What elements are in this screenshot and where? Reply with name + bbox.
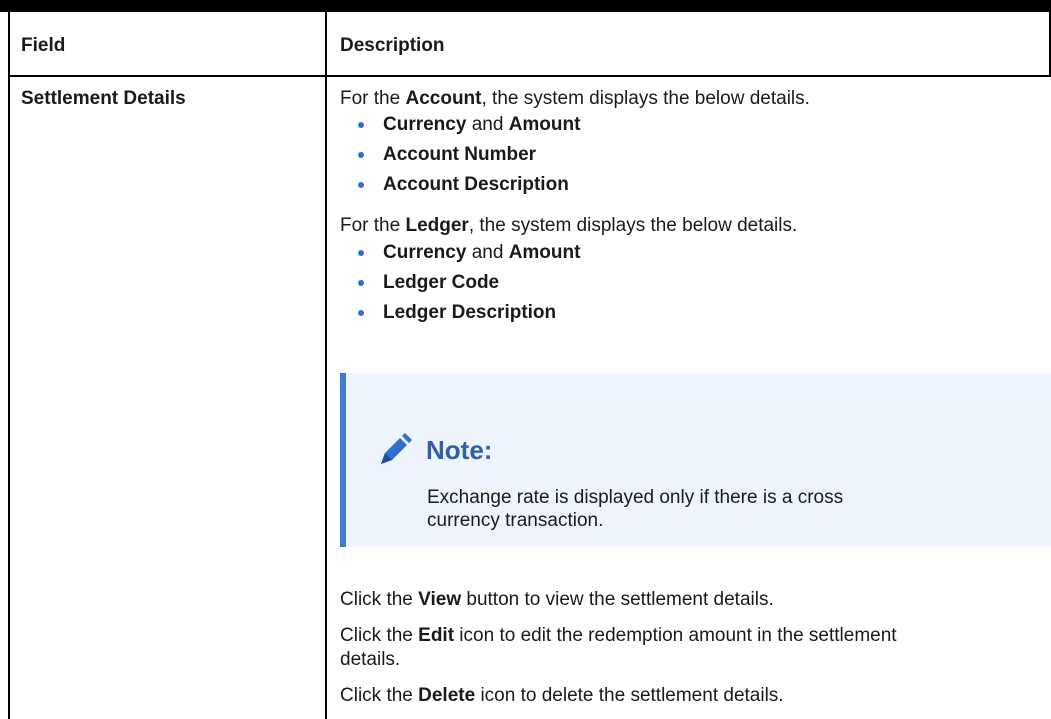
table-column-divider bbox=[325, 12, 327, 719]
top-rule bbox=[0, 0, 1051, 12]
header-bottom-border bbox=[8, 75, 1051, 77]
account-item-account-description: Account Description bbox=[383, 174, 569, 195]
edit-instruction: Click the Edit icon to edit the redempti… bbox=[340, 625, 897, 646]
bullet-icon bbox=[358, 122, 364, 128]
table-left-border bbox=[8, 12, 10, 719]
ledger-item-ledger-code: Ledger Code bbox=[383, 272, 500, 293]
ledger-item-ledger-description: Ledger Description bbox=[383, 302, 557, 323]
note-title: Note: bbox=[426, 435, 493, 465]
account-item-currency-amount: Currency and Amount bbox=[383, 114, 581, 135]
note-body-line1: Exchange rate is displayed only if there… bbox=[427, 487, 844, 508]
account-intro: For the Account, the system displays the… bbox=[340, 88, 810, 109]
view-instruction: Click the View button to view the settle… bbox=[340, 589, 774, 610]
edit-instruction-cont: details. bbox=[340, 649, 401, 670]
pencil-icon bbox=[381, 433, 412, 464]
header-field: Field bbox=[21, 35, 66, 56]
delete-instruction: Click the Delete icon to delete the sett… bbox=[340, 685, 784, 706]
ledger-item-currency-amount: Currency and Amount bbox=[383, 242, 581, 263]
bullet-icon bbox=[358, 280, 364, 286]
bullet-icon bbox=[358, 310, 364, 316]
bullet-icon bbox=[358, 182, 364, 188]
bullet-icon bbox=[358, 152, 364, 158]
bullet-icon bbox=[358, 250, 364, 256]
ledger-intro: For the Ledger, the system displays the … bbox=[340, 215, 798, 236]
row-field-settlement-details: Settlement Details bbox=[21, 88, 186, 109]
note-box: Note: Exchange rate is displayed only if… bbox=[340, 373, 1051, 547]
header-description: Description bbox=[340, 35, 445, 56]
note-body-line2: currency transaction. bbox=[427, 510, 604, 531]
account-item-account-number: Account Number bbox=[383, 144, 537, 165]
